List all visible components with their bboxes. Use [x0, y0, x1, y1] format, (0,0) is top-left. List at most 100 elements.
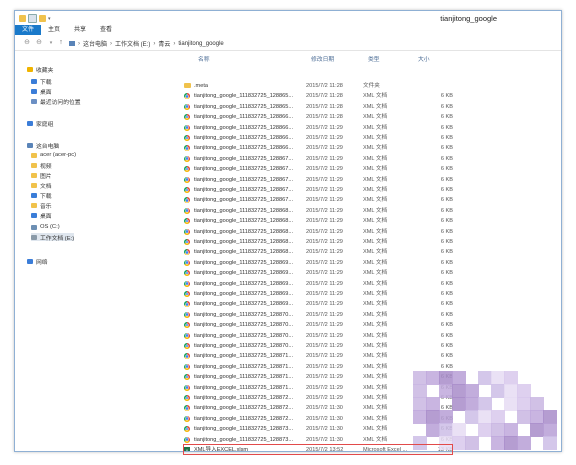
- sidebar-item[interactable]: 网络: [27, 257, 48, 266]
- file-name: tianjitong_google_111832725_128868...: [194, 207, 294, 214]
- file-row[interactable]: tianjitong_google_111832725_128868... 201…: [183, 216, 473, 226]
- sidebar-item[interactable]: 下载: [31, 191, 52, 200]
- sidebar-item-label: 图片: [40, 173, 52, 180]
- up-arrow-icon[interactable]: ↑: [57, 39, 65, 47]
- file-name: tianjitong_google_111832725_128870...: [194, 322, 294, 329]
- forward-arrow-icon[interactable]: ⊖: [35, 39, 43, 47]
- file-row[interactable]: tianjitong_google_111832725_128867... 201…: [183, 195, 473, 205]
- file-size: 6 KB: [440, 145, 453, 152]
- file-row[interactable]: tianjitong_google_111832725_128867... 201…: [183, 175, 473, 185]
- sidebar-item[interactable]: 收藏夹: [27, 65, 53, 74]
- tab-view[interactable]: 查看: [93, 25, 119, 35]
- column-header-size[interactable]: 大小: [418, 54, 430, 63]
- file-row[interactable]: tianjitong_google_111832725_128869... 201…: [183, 258, 473, 268]
- mosaic-tile: [465, 397, 479, 411]
- sidebar-item-label: 桌面: [40, 213, 52, 220]
- breadcrumb-item-current[interactable]: tianjitong_google: [178, 41, 223, 47]
- file-row[interactable]: tianjitong_google_111832725_128870... 201…: [183, 341, 473, 351]
- recent-locations-icon[interactable]: ▾: [47, 39, 55, 47]
- computer-icon: [69, 41, 75, 46]
- file-type: XML 文档: [363, 415, 388, 422]
- highlight-box: [183, 443, 453, 455]
- customize-toolbar-icon[interactable]: ▾: [48, 16, 51, 22]
- column-header-type[interactable]: 类型: [368, 54, 380, 63]
- file-row[interactable]: tianjitong_google_111832725_128867... 201…: [183, 185, 473, 195]
- sidebar-item[interactable]: OS (C:): [31, 223, 60, 231]
- mosaic-tile: [452, 384, 466, 398]
- chrome-icon: [184, 124, 190, 131]
- file-size: 6 KB: [440, 270, 453, 277]
- file-row[interactable]: tianjitong_google_111832725_128869... 201…: [183, 289, 473, 299]
- file-type: XML 文档: [363, 332, 388, 339]
- file-date: 2015/7/2 11:30: [306, 415, 343, 422]
- tab-share[interactable]: 共享: [67, 25, 93, 35]
- file-row[interactable]: tianjitong_google_111832725_128870... 201…: [183, 310, 473, 320]
- sidebar-item-label: acer (acer-pc): [40, 152, 77, 158]
- mosaic-tile: [439, 423, 453, 437]
- file-name: tianjitong_google_111832725_128866...: [194, 145, 294, 152]
- window-title: tianjitong_google: [440, 14, 497, 23]
- file-date: 2015/7/2 11:29: [306, 332, 343, 339]
- file-row[interactable]: tianjitong_google_111832725_128870... 201…: [183, 320, 473, 330]
- file-row[interactable]: tianjitong_google_111832725_128869... 201…: [183, 268, 473, 278]
- mosaic-tile: [491, 423, 505, 437]
- breadcrumb-item-drive[interactable]: 工作文档 (E:): [115, 39, 150, 48]
- file-row[interactable]: tianjitong_google_111832725_128866... 201…: [183, 112, 473, 122]
- file-date: 2015/7/2 11:29: [306, 207, 343, 214]
- file-row[interactable]: tianjitong_google_111832725_128866... 201…: [183, 123, 473, 133]
- file-date: 2015/7/2 11:29: [306, 311, 343, 318]
- file-row[interactable]: tianjitong_google_111832725_128868... 201…: [183, 247, 473, 257]
- sidebar-item[interactable]: acer (acer-pc): [31, 151, 76, 159]
- mosaic-tile: [543, 423, 557, 437]
- file-row[interactable]: tianjitong_google_111832725_128865... 201…: [183, 91, 473, 101]
- file-name: tianjitong_google_111832725_128870...: [194, 343, 294, 349]
- file-type: XML 文档: [363, 384, 388, 391]
- file-date: 2015/7/2 11:29: [306, 270, 343, 277]
- sidebar-item[interactable]: 文档: [31, 181, 52, 190]
- folder-icon[interactable]: [19, 15, 26, 22]
- file-date: 2015/7/2 11:29: [306, 124, 343, 131]
- sidebar-item[interactable]: 桌面: [31, 87, 52, 96]
- sidebar-item[interactable]: 音乐: [31, 201, 52, 210]
- sidebar-item[interactable]: 家庭组: [27, 119, 53, 128]
- file-row[interactable]: tianjitong_google_111832725_128865... 201…: [183, 102, 473, 112]
- tab-home[interactable]: 主页: [41, 25, 67, 35]
- breadcrumb-item-this-pc[interactable]: 这台电脑: [83, 39, 107, 48]
- chrome-icon: [184, 374, 190, 381]
- file-row[interactable]: tianjitong_google_111832725_128871... 201…: [183, 351, 473, 361]
- sidebar-item[interactable]: 最近访问的位置: [31, 97, 81, 106]
- address-bar: ⊖ ⊖ ▾ ↑ › 这台电脑 › 工作文档 (E:) › 青云 › tianji…: [15, 36, 561, 51]
- sidebar-item[interactable]: 工作文档 (E:): [31, 233, 75, 242]
- tab-file[interactable]: 文件: [15, 25, 42, 35]
- column-header-date[interactable]: 修改日期: [311, 54, 334, 63]
- new-folder-icon[interactable]: [39, 15, 46, 22]
- file-row[interactable]: tianjitong_google_111832725_128868... 201…: [183, 206, 473, 216]
- file-type: XML 文档: [363, 343, 388, 349]
- file-row[interactable]: tianjitong_google_111832725_128870... 201…: [183, 331, 473, 341]
- back-arrow-icon[interactable]: ⊖: [23, 39, 31, 47]
- file-row[interactable]: tianjitong_google_111832725_128868... 201…: [183, 227, 473, 237]
- file-row[interactable]: tianjitong_google_111832725_128866... 201…: [183, 133, 473, 143]
- file-row[interactable]: tianjitong_google_111832725_128869... 201…: [183, 279, 473, 289]
- file-row[interactable]: tianjitong_google_111832725_128867... 201…: [183, 164, 473, 174]
- sidebar-item[interactable]: 下载: [31, 77, 52, 86]
- breadcrumb-item-folder[interactable]: 青云: [158, 39, 170, 48]
- column-header-name[interactable]: 名称: [198, 54, 210, 63]
- properties-icon[interactable]: [28, 14, 37, 23]
- file-date: 2015/7/2 11:29: [306, 145, 343, 152]
- file-row[interactable]: tianjitong_google_111832725_128869... 201…: [183, 299, 473, 309]
- file-row[interactable]: .meta 2015/7/2 11:28 文件夹: [183, 81, 473, 91]
- file-row[interactable]: tianjitong_google_111832725_128867... 201…: [183, 154, 473, 164]
- sidebar-item[interactable]: 图片: [31, 171, 52, 180]
- breadcrumb[interactable]: › 这台电脑 › 工作文档 (E:) › 青云 › tianjitong_goo…: [69, 39, 224, 48]
- file-row[interactable]: tianjitong_google_111832725_128868... 201…: [183, 237, 473, 247]
- file-type: XML 文档: [363, 280, 388, 287]
- chrome-icon: [184, 103, 190, 110]
- file-type: XML 文档: [363, 103, 388, 110]
- sidebar-item[interactable]: 这台电脑: [27, 141, 59, 150]
- mosaic-tile: [465, 436, 479, 450]
- sidebar-item[interactable]: 视频: [31, 161, 52, 170]
- sidebar-item[interactable]: 桌面: [31, 211, 52, 220]
- file-row[interactable]: tianjitong_google_111832725_128866... 201…: [183, 143, 473, 153]
- file-name: tianjitong_google_111832725_128869...: [194, 280, 294, 287]
